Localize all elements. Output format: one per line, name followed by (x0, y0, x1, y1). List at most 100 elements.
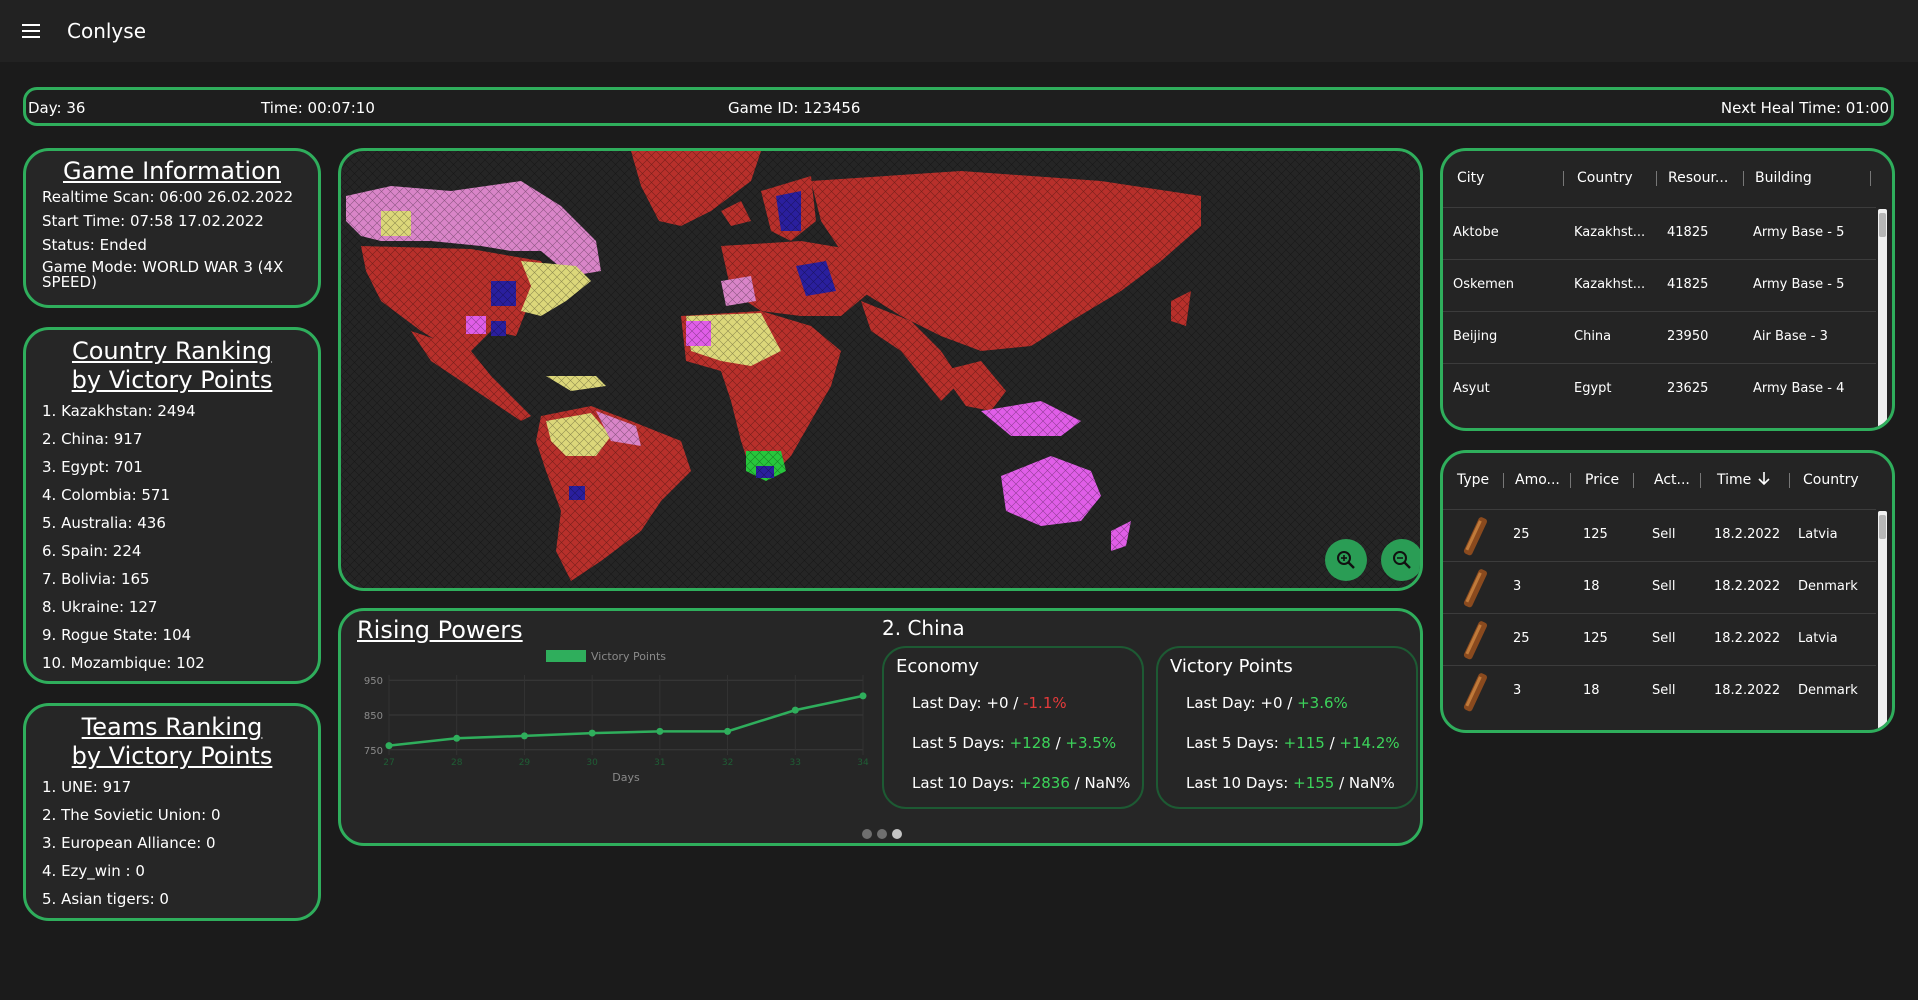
carousel-dot-active[interactable] (892, 829, 902, 839)
zoom-in-button[interactable] (1325, 539, 1367, 581)
carousel-dot[interactable] (877, 829, 887, 839)
economy-title: Economy (896, 656, 979, 677)
featured-country-title: 2. China (882, 616, 965, 640)
data-point (791, 706, 799, 714)
country-rank-item: 9. Rogue State: 104 (42, 626, 192, 644)
hamburger-icon[interactable] (0, 0, 62, 62)
country-rank-item: 8. Ukraine: 127 (42, 598, 158, 616)
teams-ranking-title-line2: by Victory Points (71, 742, 273, 770)
world-map[interactable] (341, 151, 1420, 588)
data-point (859, 692, 867, 700)
y-tick-label: 750 (364, 746, 383, 757)
arrow-down-icon[interactable] (1757, 470, 1771, 490)
data-point (588, 729, 596, 737)
team-rank-item: 1. UNE: 917 (42, 778, 132, 796)
next-heal-time: Next Heal Time: 01:00 (1720, 99, 1889, 117)
x-tick-label: 28 (451, 758, 463, 768)
column-header-type[interactable]: Type (1457, 472, 1489, 488)
y-tick-label: 850 (364, 711, 383, 722)
country-ranking-title-line2: by Victory Points (71, 366, 273, 394)
table-row[interactable]: 3 18 Sell 18.2.2022 Denmark (1443, 561, 1876, 613)
country-rank-item: 1. Kazakhstan: 2494 (42, 402, 196, 420)
table-row[interactable]: Oskemen Kazakhst... 41825 Army Base - 5 (1443, 259, 1876, 311)
teams-ranking-panel: Teams Ranking by Victory Points 1. UNE: … (23, 703, 321, 921)
table-row[interactable]: Asyut Egypt 23625 Army Base - 4 (1443, 363, 1876, 415)
economy-last-5-days: Last 5 Days: +128 / +3.5% (912, 734, 1117, 752)
vertical-scrollbar[interactable] (1878, 511, 1887, 730)
oil-barrel-icon (1463, 673, 1487, 712)
game-mode: Game Mode: WORLD WAR 3 (4X SPEED) (42, 258, 284, 291)
zoom-out-icon (1393, 551, 1411, 569)
data-point (385, 742, 393, 750)
game-information-panel: Game Information Realtime Scan: 06:00 26… (23, 148, 321, 308)
trades-table: Type Amo... Price Act... Time Country 25… (1440, 450, 1895, 733)
rising-powers-panel: Rising Powers 750 850 950 27 28 29 30 31 32 33 34 D… (338, 608, 1423, 846)
country-rank-item: 3. Egypt: 701 (42, 458, 143, 476)
table-row[interactable]: 3 18 Sell 18.2.2022 Denmark (1443, 665, 1876, 717)
team-rank-item: 3. European Alliance: 0 (42, 834, 216, 852)
table-row[interactable]: 25 125 Sell 18.2.2022 Latvia (1443, 613, 1876, 665)
realtime-scan: Realtime Scan: 06:00 26.02.2022 (42, 188, 294, 206)
x-axis-label: Days (612, 771, 640, 784)
zoom-in-icon (1337, 551, 1355, 569)
cities-table-header: City Country Resour... Building (1443, 151, 1892, 207)
economy-card: Economy Last Day: +0 / -1.1% Last 5 Days… (882, 646, 1144, 809)
oil-barrel-icon (1463, 569, 1487, 608)
economy-last-day: Last Day: +0 / -1.1% (912, 694, 1067, 712)
carousel-indicator (862, 829, 902, 839)
data-point (453, 734, 461, 742)
column-header-building[interactable]: Building (1755, 170, 1812, 186)
country-rank-item: 6. Spain: 224 (42, 542, 142, 560)
data-point (656, 727, 664, 735)
x-tick-label: 30 (586, 758, 598, 768)
column-header-city[interactable]: City (1457, 170, 1484, 186)
cities-table: City Country Resour... Building Aktobe Ka… (1440, 148, 1895, 431)
column-header-action[interactable]: Act... (1654, 472, 1690, 488)
table-row[interactable]: Aktobe Kazakhst... 41825 Army Base - 5 (1443, 207, 1876, 259)
data-point (724, 727, 732, 735)
x-tick-label: 31 (654, 758, 665, 768)
teams-ranking-title-line1: Teams Ranking (81, 713, 263, 741)
game-information-title: Game Information (62, 157, 281, 185)
x-tick-label: 27 (383, 758, 394, 768)
game-time: Time: 00:07:10 (261, 99, 375, 117)
victory-last-day: Last Day: +0 / +3.6% (1186, 694, 1348, 712)
game-id: Game ID: 123456 (728, 99, 861, 117)
economy-last-10-days: Last 10 Days: +2836 / NaN% (912, 774, 1131, 792)
y-tick-label: 950 (364, 676, 383, 687)
rising-powers-title: Rising Powers (357, 616, 523, 644)
table-row[interactable]: 25 125 Sell 18.2.2022 Latvia (1443, 509, 1876, 561)
carousel-dot[interactable] (862, 829, 872, 839)
teams-ranking-title: Teams Ranking by Victory Points (26, 713, 318, 771)
country-rank-item: 2. China: 917 (42, 430, 143, 448)
x-tick-label: 29 (519, 758, 531, 768)
world-map-panel[interactable] (338, 148, 1423, 591)
x-tick-label: 34 (857, 758, 869, 768)
trades-table-header: Type Amo... Price Act... Time Country (1443, 453, 1892, 509)
start-time: Start Time: 07:58 17.02.2022 (42, 212, 264, 230)
column-header-time[interactable]: Time (1717, 472, 1751, 488)
country-ranking-panel: Country Ranking by Victory Points 1. Kaz… (23, 327, 321, 684)
column-header-amount[interactable]: Amo... (1515, 472, 1560, 488)
app-bar: Conlyse (0, 0, 1918, 62)
team-rank-item: 4. Ezy_win : 0 (42, 862, 145, 880)
country-rank-item: 7. Bolivia: 165 (42, 570, 150, 588)
victory-points-title: Victory Points (1170, 656, 1293, 677)
victory-last-5-days: Last 5 Days: +115 / +14.2% (1186, 734, 1400, 752)
vertical-scrollbar[interactable] (1878, 209, 1887, 428)
legend-label: Victory Points (591, 650, 666, 663)
x-tick-label: 33 (790, 758, 801, 768)
country-rank-item: 10. Mozambique: 102 (42, 654, 205, 672)
province-borders (341, 151, 1420, 588)
oil-barrel-icon (1463, 517, 1487, 556)
table-row[interactable]: Beijing China 23950 Air Base - 3 (1443, 311, 1876, 363)
column-header-country[interactable]: Country (1803, 472, 1859, 488)
data-point (520, 732, 528, 740)
country-ranking-title: Country Ranking by Victory Points (26, 337, 318, 395)
zoom-out-button[interactable] (1381, 539, 1420, 581)
column-header-resources[interactable]: Resour... (1668, 170, 1728, 186)
x-tick-label: 32 (722, 758, 733, 768)
column-header-country[interactable]: Country (1577, 170, 1633, 186)
victory-points-chart: 750 850 950 27 28 29 30 31 32 33 34 Days Victory Poi… (364, 650, 869, 784)
column-header-price[interactable]: Price (1585, 472, 1619, 488)
